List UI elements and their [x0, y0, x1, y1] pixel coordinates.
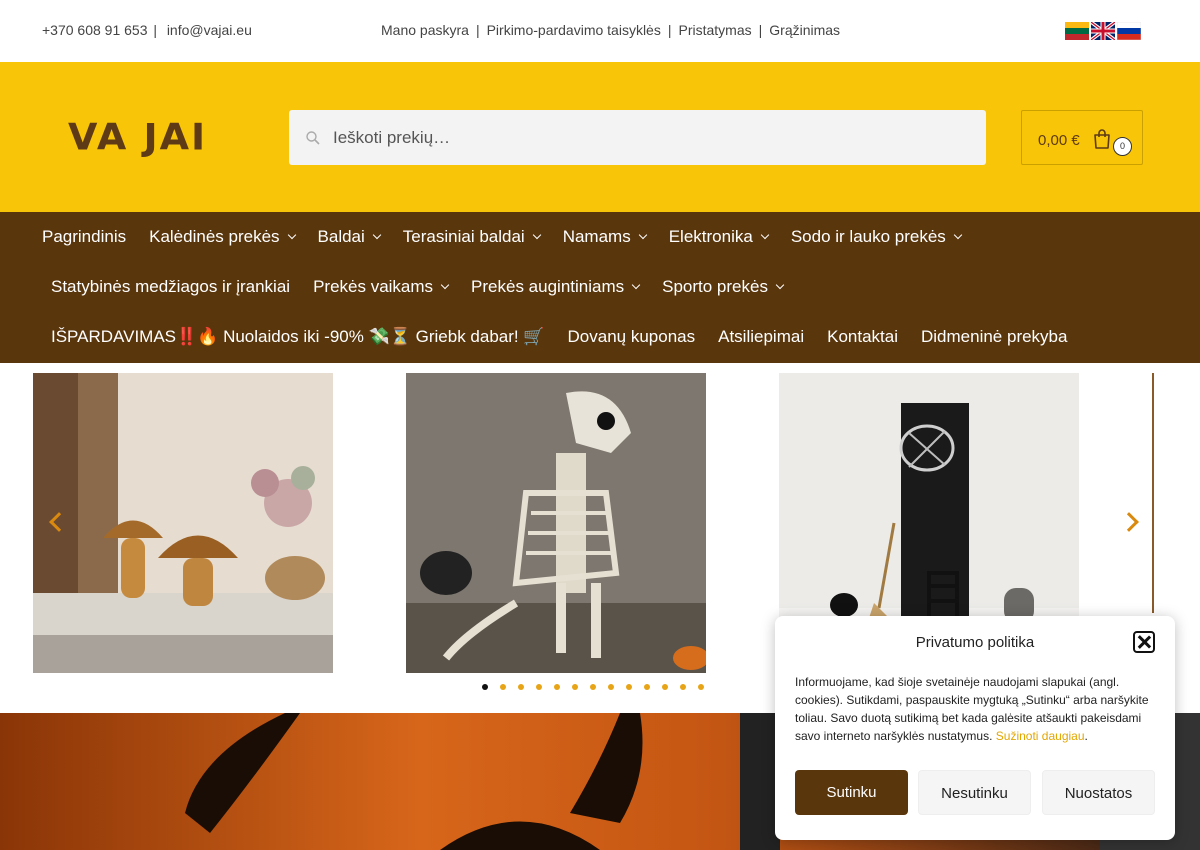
carousel-dot[interactable]: [644, 684, 650, 690]
nav-row: Statybinės medžiagos ir įrankiai Prekės …: [51, 262, 806, 312]
carousel-dot[interactable]: [482, 684, 488, 690]
top-links: Mano paskyra | Pirkimo-pardavimo taisyklės…: [381, 22, 840, 38]
nav-item-label: Sporto prekės: [662, 277, 768, 296]
nav-item-label: Sodo ir lauko prekės: [790, 227, 946, 246]
learn-more-link[interactable]: Sužinoti daugiau: [996, 729, 1085, 743]
contact-info: +370 608 91 653 | info@vajai.eu: [42, 22, 254, 38]
carousel-dot[interactable]: [518, 684, 524, 690]
nav-item-pets[interactable]: Prekės augintiniams: [471, 277, 641, 297]
site-logo[interactable]: VA JAI: [68, 116, 207, 158]
deny-button[interactable]: Nesutinku: [918, 770, 1031, 815]
nav-item-sports[interactable]: Sporto prekės: [662, 277, 785, 297]
chevron-down-icon: [953, 230, 963, 240]
chevron-down-icon: [532, 230, 541, 240]
search-icon: [306, 131, 320, 145]
carousel-dot[interactable]: [662, 684, 668, 690]
nav-item-label: Elektronika: [668, 227, 753, 246]
carousel-slide-mushroom-lamps[interactable]: [33, 373, 333, 673]
shopping-bag-icon: [1094, 129, 1110, 149]
nav-item-garden[interactable]: Sodo ir lauko prekės: [790, 227, 963, 247]
site-header: VA JAI 0,00 € 0: [0, 62, 1200, 212]
close-icon[interactable]: [1133, 631, 1155, 653]
chevron-down-icon: [775, 280, 785, 290]
link-delivery[interactable]: Pristatymas: [679, 22, 752, 38]
carousel-dot[interactable]: [572, 684, 578, 690]
cookie-dialog-text: Informuojame, kad šioje svetainėje naudo…: [795, 673, 1157, 745]
carousel-dot[interactable]: [608, 684, 614, 690]
nav-item-label: Baldai: [317, 227, 365, 246]
cart-button[interactable]: 0,00 € 0: [1021, 110, 1143, 165]
language-switcher: [1065, 22, 1141, 40]
chevron-down-icon: [638, 230, 647, 240]
nav-item-construction[interactable]: Statybinės medžiagos ir įrankiai: [51, 277, 290, 297]
cookie-text-body: Informuojame, kad šioje svetainėje naudo…: [795, 675, 1149, 743]
nav-item-label: Dovanų kuponas: [567, 327, 696, 346]
link-separator: |: [475, 22, 480, 38]
nav-item-contacts[interactable]: Kontaktai: [827, 327, 898, 347]
nav-item-reviews[interactable]: Atsiliepimai: [718, 327, 804, 347]
nav-item-label: Prekės vaikams: [313, 277, 434, 296]
carousel-next-arrow-icon[interactable]: [1119, 512, 1139, 532]
chevron-down-icon: [760, 230, 770, 240]
top-bar: +370 608 91 653 | info@vajai.eu Mano pas…: [0, 0, 1200, 62]
carousel-dot[interactable]: [590, 684, 596, 690]
carousel-slide-skeleton-dog[interactable]: [406, 373, 706, 673]
carousel-dot[interactable]: [500, 684, 506, 690]
nav-item-home[interactable]: Pagrindinis: [42, 227, 126, 247]
chevron-down-icon: [440, 280, 450, 290]
nav-item-label: Pagrindinis: [42, 227, 127, 246]
nav-item-terrace-furniture[interactable]: Terasiniai baldai: [402, 227, 541, 247]
nav-item-electronics[interactable]: Elektronika: [668, 227, 770, 247]
nav-item-label: Statybinės medžiagos ir įrankiai: [51, 277, 291, 296]
accept-button[interactable]: Sutinku: [795, 770, 908, 815]
carousel-dot[interactable]: [680, 684, 686, 690]
cookie-text-period: .: [1084, 729, 1088, 743]
english-flag-icon[interactable]: [1091, 22, 1115, 40]
cart-total: 0,00 €: [1038, 132, 1080, 149]
link-my-account[interactable]: Mano paskyra: [381, 22, 469, 38]
lithuanian-flag-icon[interactable]: [1065, 22, 1089, 40]
nav-item-gift-voucher[interactable]: Dovanų kuponas: [568, 327, 696, 347]
russian-flag-icon[interactable]: [1117, 22, 1141, 40]
nav-row: IŠPARDAVIMAS‼️🔥 Nuolaidos iki -90% 💸⏳ Gr…: [51, 312, 1090, 362]
link-returns[interactable]: Grąžinimas: [769, 22, 840, 38]
nav-item-sale[interactable]: IŠPARDAVIMAS‼️🔥 Nuolaidos iki -90% 💸⏳ Gr…: [51, 327, 545, 347]
cookie-dialog-title: Privatumo politika: [915, 634, 1035, 651]
search-input[interactable]: [333, 110, 973, 165]
nav-item-label: Prekės augintiniams: [471, 277, 625, 296]
nav-item-label: Terasiniai baldai: [402, 227, 525, 246]
nav-item-home-goods[interactable]: Namams: [562, 227, 647, 247]
carousel-dot[interactable]: [698, 684, 704, 690]
nav-item-wholesale[interactable]: Didmeninė prekyba: [921, 327, 1067, 347]
cart-count-badge: 0: [1113, 137, 1132, 156]
nav-item-christmas[interactable]: Kalėdinės prekės: [149, 227, 296, 247]
contact-separator: |: [153, 22, 158, 38]
chevron-down-icon: [372, 230, 382, 240]
preferences-button[interactable]: Nuostatos: [1042, 770, 1155, 815]
carousel-dot[interactable]: [536, 684, 542, 690]
search-bar: [289, 110, 986, 165]
nav-item-label: IŠPARDAVIMAS‼️🔥 Nuolaidos iki -90% 💸⏳ Gr…: [51, 327, 545, 346]
carousel-dot[interactable]: [554, 684, 560, 690]
email-link[interactable]: info@vajai.eu: [167, 22, 252, 38]
nav-item-furniture[interactable]: Baldai: [317, 227, 382, 247]
cookie-consent-dialog: Privatumo politika Informuojame, kad šio…: [775, 616, 1175, 840]
carousel-dot[interactable]: [626, 684, 632, 690]
nav-item-kids[interactable]: Prekės vaikams: [313, 277, 450, 297]
nav-item-label: Atsiliepimai: [718, 327, 805, 346]
link-terms[interactable]: Pirkimo-pardavimo taisyklės: [487, 22, 661, 38]
link-separator: |: [667, 22, 672, 38]
phone-number[interactable]: +370 608 91 653: [42, 22, 148, 38]
link-separator: |: [758, 22, 763, 38]
chevron-down-icon: [631, 280, 641, 290]
nav-item-label: Didmeninė prekyba: [921, 327, 1068, 346]
nav-row: Pagrindinis Kalėdinės prekės Baldai Tera…: [42, 212, 984, 262]
nav-item-label: Kalėdinės prekės: [149, 227, 280, 246]
main-navigation: Pagrindinis Kalėdinės prekės Baldai Tera…: [0, 212, 1200, 363]
nav-item-label: Namams: [562, 227, 631, 246]
nav-item-label: Kontaktai: [827, 327, 898, 346]
chevron-down-icon: [287, 230, 296, 240]
carousel-pagination: [482, 684, 704, 690]
